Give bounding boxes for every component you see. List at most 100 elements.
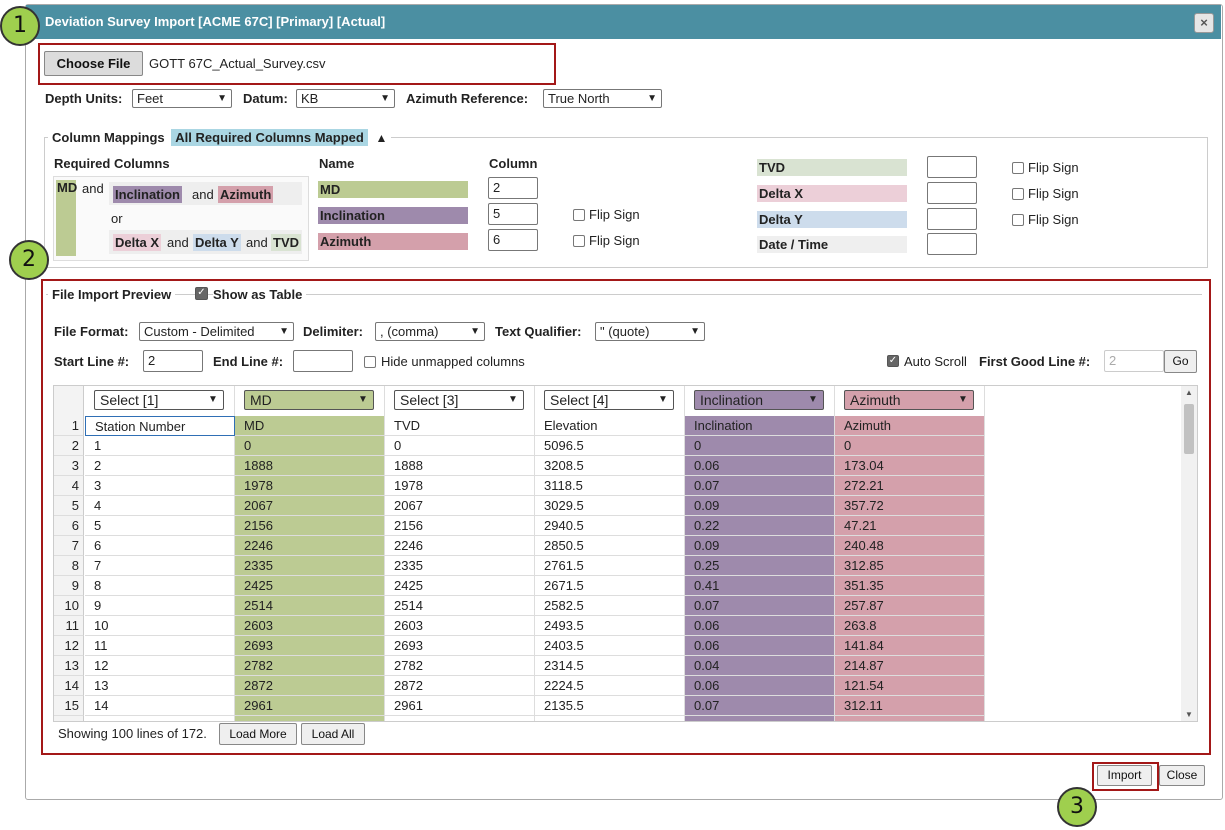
grid-header-cell[interactable]: Azimuth [835, 416, 985, 436]
auto-scroll-checkbox[interactable]: ✓ [887, 355, 899, 367]
grid-cell[interactable]: 2156 [385, 516, 535, 536]
grid-cell[interactable]: 263.8 [835, 616, 985, 636]
chevron-up-icon[interactable]: ▲ [375, 131, 387, 145]
flip-sign-azimuth-checkbox[interactable] [573, 235, 585, 247]
delimiter-select[interactable]: , (comma) ▼ [375, 322, 485, 341]
grid-cell[interactable]: 6 [85, 536, 235, 556]
grid-cell[interactable]: 5096.5 [535, 436, 685, 456]
grid-cell[interactable]: 2582.5 [535, 596, 685, 616]
column-type-select[interactable]: Select [4] [544, 390, 674, 410]
end-line-input[interactable] [293, 350, 353, 372]
flip-sign-tvd-checkbox[interactable] [1012, 162, 1024, 174]
grid-cell[interactable]: 240.48 [835, 536, 985, 556]
grid-cell[interactable]: 0.06 [685, 456, 835, 476]
grid-cell[interactable]: 8 [85, 576, 235, 596]
grid-cell[interactable]: 2671.5 [535, 576, 685, 596]
grid-cell[interactable]: 3029.5 [535, 496, 685, 516]
grid-cell[interactable]: 0.06 [685, 616, 835, 636]
grid-header-cell[interactable]: TVD [385, 416, 535, 436]
hide-unmapped-checkbox[interactable] [364, 356, 376, 368]
grid-cell[interactable]: 272.21 [835, 476, 985, 496]
grid-cell[interactable]: 2693 [385, 636, 535, 656]
scroll-down-icon[interactable]: ▼ [1185, 710, 1193, 719]
mapping-column-md-input[interactable]: 2 [488, 177, 538, 199]
go-button[interactable]: Go [1164, 350, 1197, 373]
grid-cell[interactable]: 0.09 [685, 496, 835, 516]
grid-cell[interactable]: 121.54 [835, 676, 985, 696]
grid-cell[interactable]: 47.21 [835, 516, 985, 536]
grid-cell[interactable]: 1888 [235, 456, 385, 476]
grid-cell[interactable]: 0.04 [685, 656, 835, 676]
grid-cell[interactable]: 7 [85, 556, 235, 576]
grid-cell[interactable]: 2961 [235, 696, 385, 716]
grid-cell[interactable]: 257.87 [835, 596, 985, 616]
grid-cell[interactable]: 0.07 [685, 476, 835, 496]
grid-cell[interactable]: 2425 [385, 576, 535, 596]
mapping-column-inclination-input[interactable]: 5 [488, 203, 538, 225]
grid-cell[interactable]: 2493.5 [535, 616, 685, 636]
grid-cell[interactable]: 2850.5 [535, 536, 685, 556]
scroll-up-icon[interactable]: ▲ [1185, 388, 1193, 397]
grid-cell[interactable]: 2872 [385, 676, 535, 696]
import-button[interactable]: Import [1097, 765, 1152, 786]
grid-cell[interactable]: 2 [85, 456, 235, 476]
grid-cell[interactable]: 2603 [385, 616, 535, 636]
grid-header-cell[interactable]: Station Number [85, 416, 235, 436]
column-type-select[interactable]: Azimuth [844, 390, 974, 410]
text-qualifier-select[interactable]: " (quote) ▼ [595, 322, 705, 341]
start-line-input[interactable]: 2 [143, 350, 203, 372]
mapping-column-tvd-input[interactable] [927, 156, 977, 178]
grid-cell[interactable]: 0.07 [685, 596, 835, 616]
grid-cell[interactable]: 0.41 [685, 576, 835, 596]
grid-cell[interactable]: 2514 [385, 596, 535, 616]
grid-cell[interactable]: 11 [85, 636, 235, 656]
datum-select[interactable]: KB ▼ [296, 89, 395, 108]
grid-cell[interactable]: 4 [85, 496, 235, 516]
first-good-line-input[interactable]: 2 [1104, 350, 1164, 372]
grid-cell[interactable]: 2246 [235, 536, 385, 556]
mapping-column-delta-x-input[interactable] [927, 182, 977, 204]
grid-cell[interactable]: 2782 [235, 656, 385, 676]
grid-cell[interactable]: 2314.5 [535, 656, 685, 676]
grid-header-cell[interactable]: Inclination [685, 416, 835, 436]
grid-cell[interactable]: 0.25 [685, 556, 835, 576]
grid-cell[interactable]: 2425 [235, 576, 385, 596]
grid-cell[interactable]: 1978 [385, 476, 535, 496]
grid-cell[interactable]: 12 [85, 656, 235, 676]
grid-cell[interactable]: 0.06 [685, 676, 835, 696]
grid-cell[interactable]: 2403.5 [535, 636, 685, 656]
column-type-select[interactable]: Select [3] [394, 390, 524, 410]
grid-cell[interactable]: 214.87 [835, 656, 985, 676]
grid-cell[interactable]: 2335 [235, 556, 385, 576]
scrollbar-thumb[interactable] [1184, 404, 1194, 454]
dialog-titlebar[interactable]: Deviation Survey Import [ACME 67C] [Prim… [26, 5, 1221, 39]
grid-cell[interactable]: 9 [85, 596, 235, 616]
grid-cell[interactable]: 0 [385, 436, 535, 456]
file-format-select[interactable]: Custom - Delimited ▼ [139, 322, 294, 341]
column-type-select[interactable]: Select [1] [94, 390, 224, 410]
close-button[interactable]: Close [1159, 765, 1205, 786]
column-type-select[interactable]: Inclination [694, 390, 824, 410]
grid-cell[interactable]: 2246 [385, 536, 535, 556]
mapping-column-azimuth-input[interactable]: 6 [488, 229, 538, 251]
grid-cell[interactable]: 2067 [385, 496, 535, 516]
grid-scrollbar[interactable]: ▲ ▼ [1181, 386, 1197, 721]
load-more-button[interactable]: Load More [219, 723, 297, 745]
mapping-column-delta-y-input[interactable] [927, 208, 977, 230]
column-type-select[interactable]: MD [244, 390, 374, 410]
load-all-button[interactable]: Load All [301, 723, 365, 745]
grid-cell[interactable]: 0.09 [685, 536, 835, 556]
flip-sign-inclination-checkbox[interactable] [573, 209, 585, 221]
grid-cell[interactable]: 2761.5 [535, 556, 685, 576]
azimuth-reference-select[interactable]: True North ▼ [543, 89, 662, 108]
grid-cell[interactable]: 3208.5 [535, 456, 685, 476]
grid-cell[interactable]: 5 [85, 516, 235, 536]
grid-cell[interactable]: 2961 [385, 696, 535, 716]
grid-cell[interactable]: 1 [85, 436, 235, 456]
grid-cell[interactable]: 2067 [235, 496, 385, 516]
grid-cell[interactable]: 312.85 [835, 556, 985, 576]
grid-cell[interactable]: 1888 [385, 456, 535, 476]
grid-cell[interactable]: 0.22 [685, 516, 835, 536]
close-icon[interactable]: × [1194, 13, 1214, 33]
grid-cell[interactable]: 351.35 [835, 576, 985, 596]
